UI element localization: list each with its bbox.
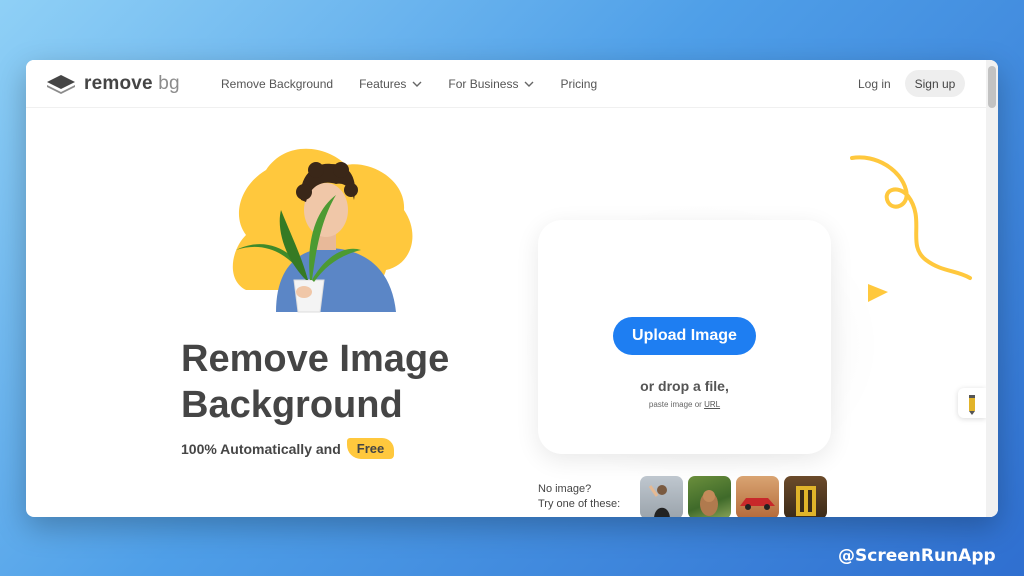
upload-image-button[interactable]: Upload Image (613, 317, 756, 355)
main-nav: Remove Background Features For Business … (221, 60, 623, 108)
signup-button[interactable]: Sign up (905, 70, 965, 97)
subtitle-text: 100% Automatically and (181, 440, 341, 457)
car-thumb-icon (740, 498, 775, 510)
url-link[interactable]: URL (704, 400, 720, 409)
scrollbar[interactable] (986, 60, 998, 517)
browser-window: remove bg Remove Background Features For… (26, 60, 998, 517)
paste-hint: paste image or URL (648, 400, 721, 409)
hero-person-image (232, 148, 413, 313)
hero-subtitle: 100% Automatically and Free (181, 438, 395, 459)
removebg-logo[interactable]: remove bg (46, 72, 180, 96)
title-line-2: Background (181, 384, 403, 426)
squiggle-decoration (850, 155, 972, 302)
sample-thumbnail-animal[interactable] (688, 476, 731, 517)
site-header: remove bg Remove Background Features For… (26, 60, 986, 108)
nav-pricing[interactable]: Pricing (560, 77, 597, 91)
person-thumb-icon (648, 485, 670, 517)
nav-remove-background[interactable]: Remove Background (221, 77, 333, 91)
watermark: @ScreenRunApp (838, 546, 996, 566)
page-title: Remove Image Background (181, 336, 521, 428)
animal-thumb-icon (700, 490, 718, 516)
login-link[interactable]: Log in (858, 77, 891, 91)
scrollbar-thumb[interactable] (988, 66, 996, 108)
sample-thumbnails (640, 476, 832, 517)
logo-text: remove bg (84, 73, 180, 94)
title-line-1: Remove Image (181, 338, 450, 380)
sample-prompt: No image? Try one of these: (538, 483, 621, 510)
free-badge: Free (346, 438, 395, 459)
chevron-down-icon (524, 81, 534, 87)
upload-card[interactable]: Upload Image or drop a file, paste image… (538, 220, 831, 454)
sample-thumbnail-object[interactable] (784, 476, 827, 517)
sample-thumbnail-car[interactable] (736, 476, 779, 517)
side-feedback-widget[interactable] (958, 388, 986, 418)
nav-features[interactable]: Features (359, 77, 422, 91)
nav-for-business[interactable]: For Business (448, 77, 534, 91)
drop-file-text: or drop a file, (640, 378, 729, 394)
object-thumb-icon (796, 486, 816, 516)
chevron-down-icon (412, 81, 422, 87)
pencil-icon (969, 395, 975, 415)
logo-layers-icon (47, 75, 75, 94)
sample-thumbnail-person[interactable] (640, 476, 683, 517)
